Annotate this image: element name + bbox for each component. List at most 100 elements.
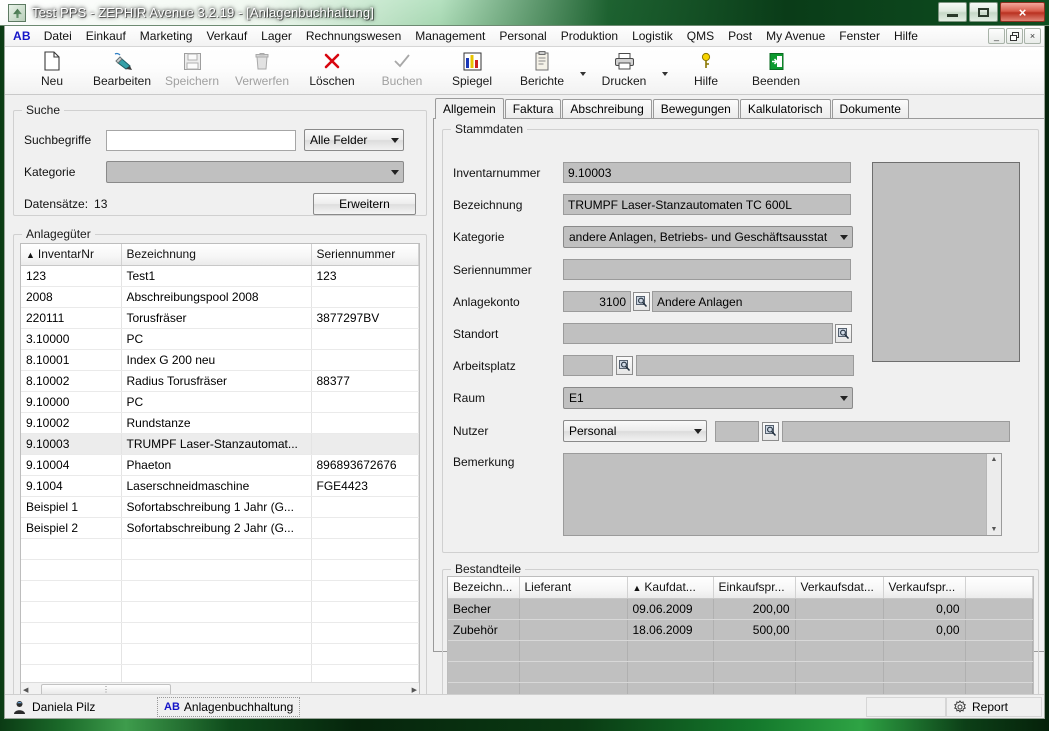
user-name-field[interactable] bbox=[782, 421, 1010, 442]
components-grid[interactable]: Bezeichn... Lieferant ▲Kaufdat... Einkau… bbox=[448, 577, 1033, 704]
tab-abschreibung[interactable]: Abschreibung bbox=[562, 99, 651, 118]
table-row[interactable]: Zubehör18.06.2009500,000,00 bbox=[448, 619, 1033, 640]
account-number-field[interactable] bbox=[563, 291, 631, 312]
scroll-down-icon[interactable]: ▼ bbox=[989, 526, 1000, 535]
workplace-name-field[interactable] bbox=[636, 355, 854, 376]
menu-rechnungswesen[interactable]: Rechnungswesen bbox=[299, 27, 408, 45]
table-row-empty[interactable] bbox=[21, 622, 419, 643]
toolbar-button-loeschen[interactable]: Löschen bbox=[297, 47, 367, 93]
components-col-lieferant[interactable]: Lieferant bbox=[519, 577, 627, 598]
menu-post[interactable]: Post bbox=[721, 27, 759, 45]
menu-logistik[interactable]: Logistik bbox=[625, 27, 680, 45]
toolbar-button-hilfe[interactable]: Hilfe bbox=[671, 47, 741, 93]
table-row[interactable]: 9.10004Phaeton896893672676 bbox=[21, 454, 419, 475]
table-row[interactable]: 9.10000PC bbox=[21, 391, 419, 412]
user-lookup-button[interactable] bbox=[762, 422, 779, 441]
mdi-restore-button[interactable] bbox=[1006, 28, 1023, 44]
components-col-kaufdatum[interactable]: ▲Kaufdat... bbox=[627, 577, 713, 598]
table-row-empty[interactable] bbox=[448, 661, 1033, 682]
menu-produktion[interactable]: Produktion bbox=[554, 27, 625, 45]
scroll-left-icon[interactable]: ◀ bbox=[21, 686, 30, 694]
table-row[interactable]: Becher09.06.2009200,000,00 bbox=[448, 598, 1033, 619]
drucken-dropdown-arrow[interactable] bbox=[659, 47, 671, 93]
assets-col-bezeichnung[interactable]: Bezeichnung bbox=[121, 244, 311, 265]
mdi-close-button[interactable]: × bbox=[1024, 28, 1041, 44]
components-col-verkaufsdatum[interactable]: Verkaufsdat... bbox=[795, 577, 883, 598]
search-scope-dropdown[interactable]: Alle Felder bbox=[304, 129, 404, 151]
scroll-right-icon[interactable]: ▶ bbox=[410, 686, 419, 694]
remark-textarea[interactable] bbox=[564, 454, 986, 535]
components-col-bezeichnung[interactable]: Bezeichn... bbox=[448, 577, 519, 598]
tab-bewegungen[interactable]: Bewegungen bbox=[653, 99, 739, 118]
table-row[interactable]: 8.10001Index G 200 neu bbox=[21, 349, 419, 370]
serial-number-field[interactable] bbox=[563, 259, 851, 280]
toolbar-button-buchen[interactable]: Buchen bbox=[367, 47, 437, 93]
tab-kalkulatorisch[interactable]: Kalkulatorisch bbox=[740, 99, 831, 118]
menu-management[interactable]: Management bbox=[408, 27, 492, 45]
assets-col-seriennummer[interactable]: Seriennummer bbox=[311, 244, 419, 265]
location-field[interactable] bbox=[563, 323, 833, 344]
search-input[interactable] bbox=[106, 130, 296, 151]
menu-lager[interactable]: Lager bbox=[254, 27, 299, 45]
assets-col-inventarnr[interactable]: ▲InventarNr bbox=[21, 244, 121, 265]
expand-search-button[interactable]: Erweitern bbox=[313, 193, 416, 215]
account-lookup-button[interactable] bbox=[633, 292, 650, 311]
toolbar-button-spiegel[interactable]: Spiegel bbox=[437, 47, 507, 93]
menu-fenster[interactable]: Fenster bbox=[832, 27, 887, 45]
menu-qms[interactable]: QMS bbox=[680, 27, 721, 45]
components-col-verkaufspreis[interactable]: Verkaufspr... bbox=[883, 577, 965, 598]
components-col-einkaufspreis[interactable]: Einkaufspr... bbox=[713, 577, 795, 598]
room-dropdown[interactable]: E1 bbox=[563, 387, 853, 409]
toolbar-button-drucken[interactable]: Drucken bbox=[589, 47, 659, 93]
workplace-code-field[interactable] bbox=[563, 355, 613, 376]
mdi-minimize-button[interactable]: _ bbox=[988, 28, 1005, 44]
menu-marketing[interactable]: Marketing bbox=[133, 27, 200, 45]
table-row-empty[interactable] bbox=[21, 643, 419, 664]
table-row-empty[interactable] bbox=[448, 640, 1033, 661]
table-row[interactable]: 9.10002Rundstanze bbox=[21, 412, 419, 433]
window-close-button[interactable]: × bbox=[1000, 2, 1045, 22]
table-row-empty[interactable] bbox=[21, 664, 419, 682]
menu-hilfe[interactable]: Hilfe bbox=[887, 27, 925, 45]
menu-my-avenue[interactable]: My Avenue bbox=[759, 27, 832, 45]
table-row[interactable]: 8.10002Radius Torusfräser88377 bbox=[21, 370, 419, 391]
table-row-empty[interactable] bbox=[21, 601, 419, 622]
scroll-up-icon[interactable]: ▲ bbox=[989, 454, 1000, 463]
toolbar-button-neu[interactable]: Neu bbox=[17, 47, 87, 93]
statusbar-report[interactable]: Report bbox=[946, 697, 1042, 717]
berichte-dropdown-arrow[interactable] bbox=[577, 47, 589, 93]
table-row[interactable]: 123Test1123 bbox=[21, 265, 419, 286]
table-row[interactable]: Beispiel 1Sofortabschreibung 1 Jahr (G..… bbox=[21, 496, 419, 517]
menu-einkauf[interactable]: Einkauf bbox=[79, 27, 133, 45]
tab-faktura[interactable]: Faktura bbox=[505, 99, 562, 118]
window-minimize-button[interactable] bbox=[938, 2, 967, 22]
description-field[interactable] bbox=[563, 194, 851, 215]
category-dropdown[interactable]: andere Anlagen, Betriebs- und Geschäftsa… bbox=[563, 226, 853, 248]
table-row[interactable]: 2008Abschreibungspool 2008 bbox=[21, 286, 419, 307]
statusbar-module[interactable]: AB Anlagenbuchhaltung bbox=[157, 697, 300, 717]
assets-grid[interactable]: ▲InventarNr Bezeichnung Seriennummer 123… bbox=[21, 244, 419, 682]
components-col-filler[interactable] bbox=[965, 577, 1033, 598]
table-row[interactable]: 9.10003TRUMPF Laser-Stanzautomat... bbox=[21, 433, 419, 454]
table-row[interactable]: 9.1004LaserschneidmaschineFGE4423 bbox=[21, 475, 419, 496]
table-row[interactable]: 3.10000PC bbox=[21, 328, 419, 349]
asset-image-placeholder[interactable] bbox=[872, 162, 1020, 362]
user-code-field[interactable] bbox=[715, 421, 759, 442]
table-row-empty[interactable] bbox=[21, 580, 419, 601]
tab-dokumente[interactable]: Dokumente bbox=[832, 99, 909, 118]
table-row[interactable]: 220111Torusfräser3877297BV bbox=[21, 307, 419, 328]
menu-datei[interactable]: Datei bbox=[37, 27, 79, 45]
location-lookup-button[interactable] bbox=[835, 324, 852, 343]
workplace-lookup-button[interactable] bbox=[616, 356, 633, 375]
menu-personal[interactable]: Personal bbox=[492, 27, 553, 45]
toolbar-button-bearbeiten[interactable]: Bearbeiten bbox=[87, 47, 157, 93]
search-category-dropdown[interactable] bbox=[106, 161, 404, 183]
inventory-number-field[interactable] bbox=[563, 162, 851, 183]
remark-vertical-scrollbar[interactable]: ▲ ▼ bbox=[986, 454, 1001, 535]
toolbar-button-beenden[interactable]: Beenden bbox=[741, 47, 811, 93]
table-row-empty[interactable] bbox=[21, 538, 419, 559]
table-row-empty[interactable] bbox=[21, 559, 419, 580]
user-type-dropdown[interactable]: Personal bbox=[563, 420, 707, 442]
toolbar-button-speichern[interactable]: Speichern bbox=[157, 47, 227, 93]
account-name-field[interactable] bbox=[652, 291, 852, 312]
